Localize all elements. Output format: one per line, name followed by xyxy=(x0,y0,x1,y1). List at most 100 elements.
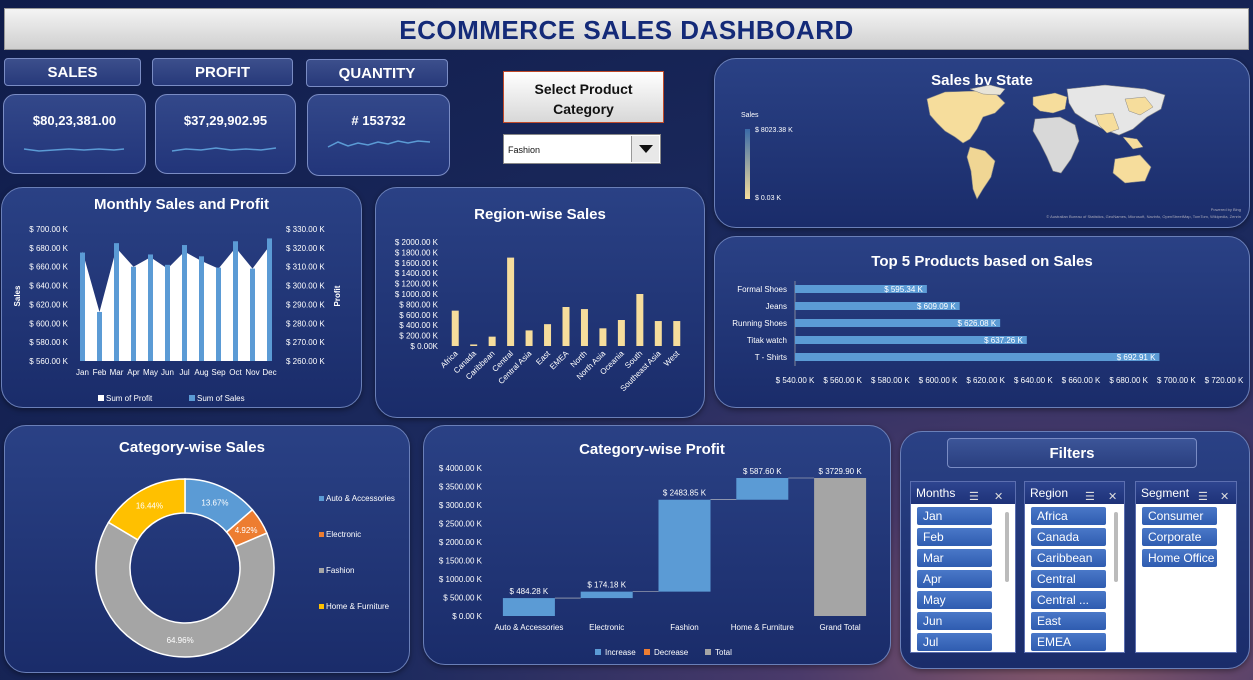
waterfall-bar xyxy=(580,591,633,599)
months-scrollbar[interactable] xyxy=(1005,512,1009,582)
monthly-right-tick: $ 270.00 K xyxy=(286,338,325,347)
segment-slicer-item[interactable]: Corporate xyxy=(1142,528,1217,546)
waterfall-data-label: $ 587.60 K xyxy=(743,467,782,476)
select-product-category-button[interactable]: Select Product Category xyxy=(503,71,664,123)
sales-bar xyxy=(267,238,272,361)
waterfall-data-label: $ 3729.90 K xyxy=(819,467,863,476)
top5-x-tick: $ 700.00 K xyxy=(1157,376,1196,385)
waterfall-x-tick: Electronic xyxy=(589,623,624,632)
region-slicer-item[interactable]: EMEA xyxy=(1031,633,1106,651)
region-bar xyxy=(673,321,681,346)
region-slicer-item[interactable]: Central xyxy=(1031,570,1106,588)
donut-legend-swatch xyxy=(319,568,324,573)
clear-filter-icon[interactable]: ✕ xyxy=(1220,486,1229,508)
region-sales-panel: Region-wise Sales $ 2000.00 K $ 1800.00 K… xyxy=(375,187,705,418)
map-south-america xyxy=(966,146,996,200)
top5-data-label: $ 595.34 K xyxy=(884,285,923,294)
top5-x-tick: $ 600.00 K xyxy=(919,376,958,385)
segment-slicer-title: Segment xyxy=(1141,486,1190,500)
region-y-tick: $ 1000.00 K xyxy=(395,290,439,299)
monthly-right-tick: $ 300.00 K xyxy=(286,282,325,291)
segment-slicer: Segment ☰ ✕ Consumer Corporate Home Office xyxy=(1135,481,1237,653)
months-slicer-item[interactable]: Feb xyxy=(917,528,992,546)
waterfall-bar xyxy=(658,499,711,592)
sales-bar xyxy=(199,256,204,361)
waterfall-legend-swatch xyxy=(644,649,650,655)
clear-filter-icon[interactable]: ✕ xyxy=(1108,486,1117,508)
chevron-down-icon[interactable] xyxy=(631,136,659,162)
top5-product-label: Formal Shoes xyxy=(737,285,787,294)
top5-chart[interactable]: Formal Shoes $ 595.34 K Jeans $ 609.09 K Run… xyxy=(715,237,1251,409)
waterfall-legend-label: Increase xyxy=(605,648,636,657)
map-legend-min: $ 0.03 K xyxy=(755,195,781,202)
waterfall-y-tick: $ 2000.00 K xyxy=(439,538,483,547)
clear-filter-icon[interactable]: ✕ xyxy=(994,486,1003,508)
sales-bar xyxy=(131,266,136,361)
months-slicer-item[interactable]: Jul xyxy=(917,633,992,651)
top5-product-label: Running Shoes xyxy=(732,319,787,328)
region-slicer-item[interactable]: Caribbean xyxy=(1031,549,1106,567)
region-slicer-item[interactable]: East xyxy=(1031,612,1106,630)
months-slicer-item[interactable]: Jan xyxy=(917,507,992,525)
months-slicer-item[interactable]: Apr xyxy=(917,570,992,588)
kpi-quantity-card: # 153732 xyxy=(307,94,450,176)
category-sales-donut[interactable]: 13.67% 4.92% 64.96% 16.44% Auto & Accessorie… xyxy=(5,426,411,674)
top5-x-tick: $ 560.00 K xyxy=(823,376,862,385)
months-slicer-item[interactable]: Mar xyxy=(917,549,992,567)
region-scrollbar[interactable] xyxy=(1114,512,1118,582)
segment-slicer-header: Segment ☰ ✕ xyxy=(1136,482,1236,504)
top5-product-label: Jeans xyxy=(766,302,787,311)
months-slicer-title: Months xyxy=(916,486,956,500)
months-slicer-item[interactable]: Jun xyxy=(917,612,992,630)
region-y-tick: $ 1200.00 K xyxy=(395,280,439,289)
top5-x-tick: $ 580.00 K xyxy=(871,376,910,385)
waterfall-legend-label: Total xyxy=(715,648,732,657)
monthly-ylabel-left: Sales xyxy=(13,285,22,306)
map-north-america xyxy=(926,90,1006,144)
months-slicer: Months ☰ ✕ Jan Feb Mar Apr May Jun Jul xyxy=(910,481,1016,653)
region-slicer-item[interactable]: Canada xyxy=(1031,528,1106,546)
month-tick-label: Aug xyxy=(194,368,208,377)
monthly-right-tick: $ 320.00 K xyxy=(286,244,325,253)
map-legend-gradient xyxy=(745,129,750,199)
multi-select-icon[interactable]: ☰ xyxy=(1198,486,1208,508)
map-legend-max: $ 8023.38 K xyxy=(755,127,793,134)
sales-bar xyxy=(80,252,85,361)
region-chart[interactable]: $ 2000.00 K$ 1800.00 K $ 1600.00 K$ 1400.… xyxy=(376,188,706,419)
category-dropdown[interactable]: Fashion xyxy=(503,134,661,164)
region-slicer-item[interactable]: Africa xyxy=(1031,507,1106,525)
top5-bar xyxy=(795,353,1160,361)
monthly-chart[interactable]: Sales Profit $ 700.00 K $ 680.00 K $ 660.0… xyxy=(2,188,363,409)
donut-legend-swatch xyxy=(319,604,324,609)
monthly-left-tick: $ 640.00 K xyxy=(29,282,68,291)
region-y-tick: $ 0.00K xyxy=(410,342,438,351)
month-tick-label: Mar xyxy=(110,368,124,377)
months-slicer-item[interactable]: May xyxy=(917,591,992,609)
region-bar xyxy=(451,310,459,346)
region-slicer-item[interactable]: Central ... xyxy=(1031,591,1106,609)
top5-data-label: $ 637.26 K xyxy=(984,336,1023,345)
segment-slicer-item[interactable]: Home Office xyxy=(1142,549,1217,567)
monthly-right-tick: $ 330.00 K xyxy=(286,225,325,234)
waterfall-y-tick: $ 1000.00 K xyxy=(439,575,483,584)
legend-sales-swatch xyxy=(189,395,195,401)
segment-slicer-item[interactable]: Consumer xyxy=(1142,507,1217,525)
top5-data-label: $ 692.91 K xyxy=(1117,353,1156,362)
monthly-left-tick: $ 660.00 K xyxy=(29,263,68,272)
waterfall-legend-swatch xyxy=(705,649,711,655)
waterfall-bar xyxy=(502,598,555,616)
region-y-tick: $ 1600.00 K xyxy=(395,259,439,268)
waterfall-y-tick: $ 500.00 K xyxy=(443,594,482,603)
sales-bar xyxy=(233,241,238,361)
donut-pct-label: 13.67% xyxy=(201,499,228,508)
multi-select-icon[interactable]: ☰ xyxy=(1085,486,1095,508)
world-map[interactable]: Sales $ 8023.38 K $ 0.03 K Powered by Bi… xyxy=(715,59,1251,229)
month-tick-label: May xyxy=(143,368,158,377)
donut-pct-label: 4.92% xyxy=(235,526,258,535)
region-y-tick: $ 1400.00 K xyxy=(395,269,439,278)
category-profit-waterfall[interactable]: $ 4000.00 K $ 3500.00 K $ 3000.00 K $ 2500.… xyxy=(424,426,892,666)
monthly-right-tick: $ 310.00 K xyxy=(286,263,325,272)
multi-select-icon[interactable]: ☰ xyxy=(969,486,979,508)
map-legend-title: Sales xyxy=(741,112,759,119)
waterfall-x-tick: Grand Total xyxy=(819,623,860,632)
